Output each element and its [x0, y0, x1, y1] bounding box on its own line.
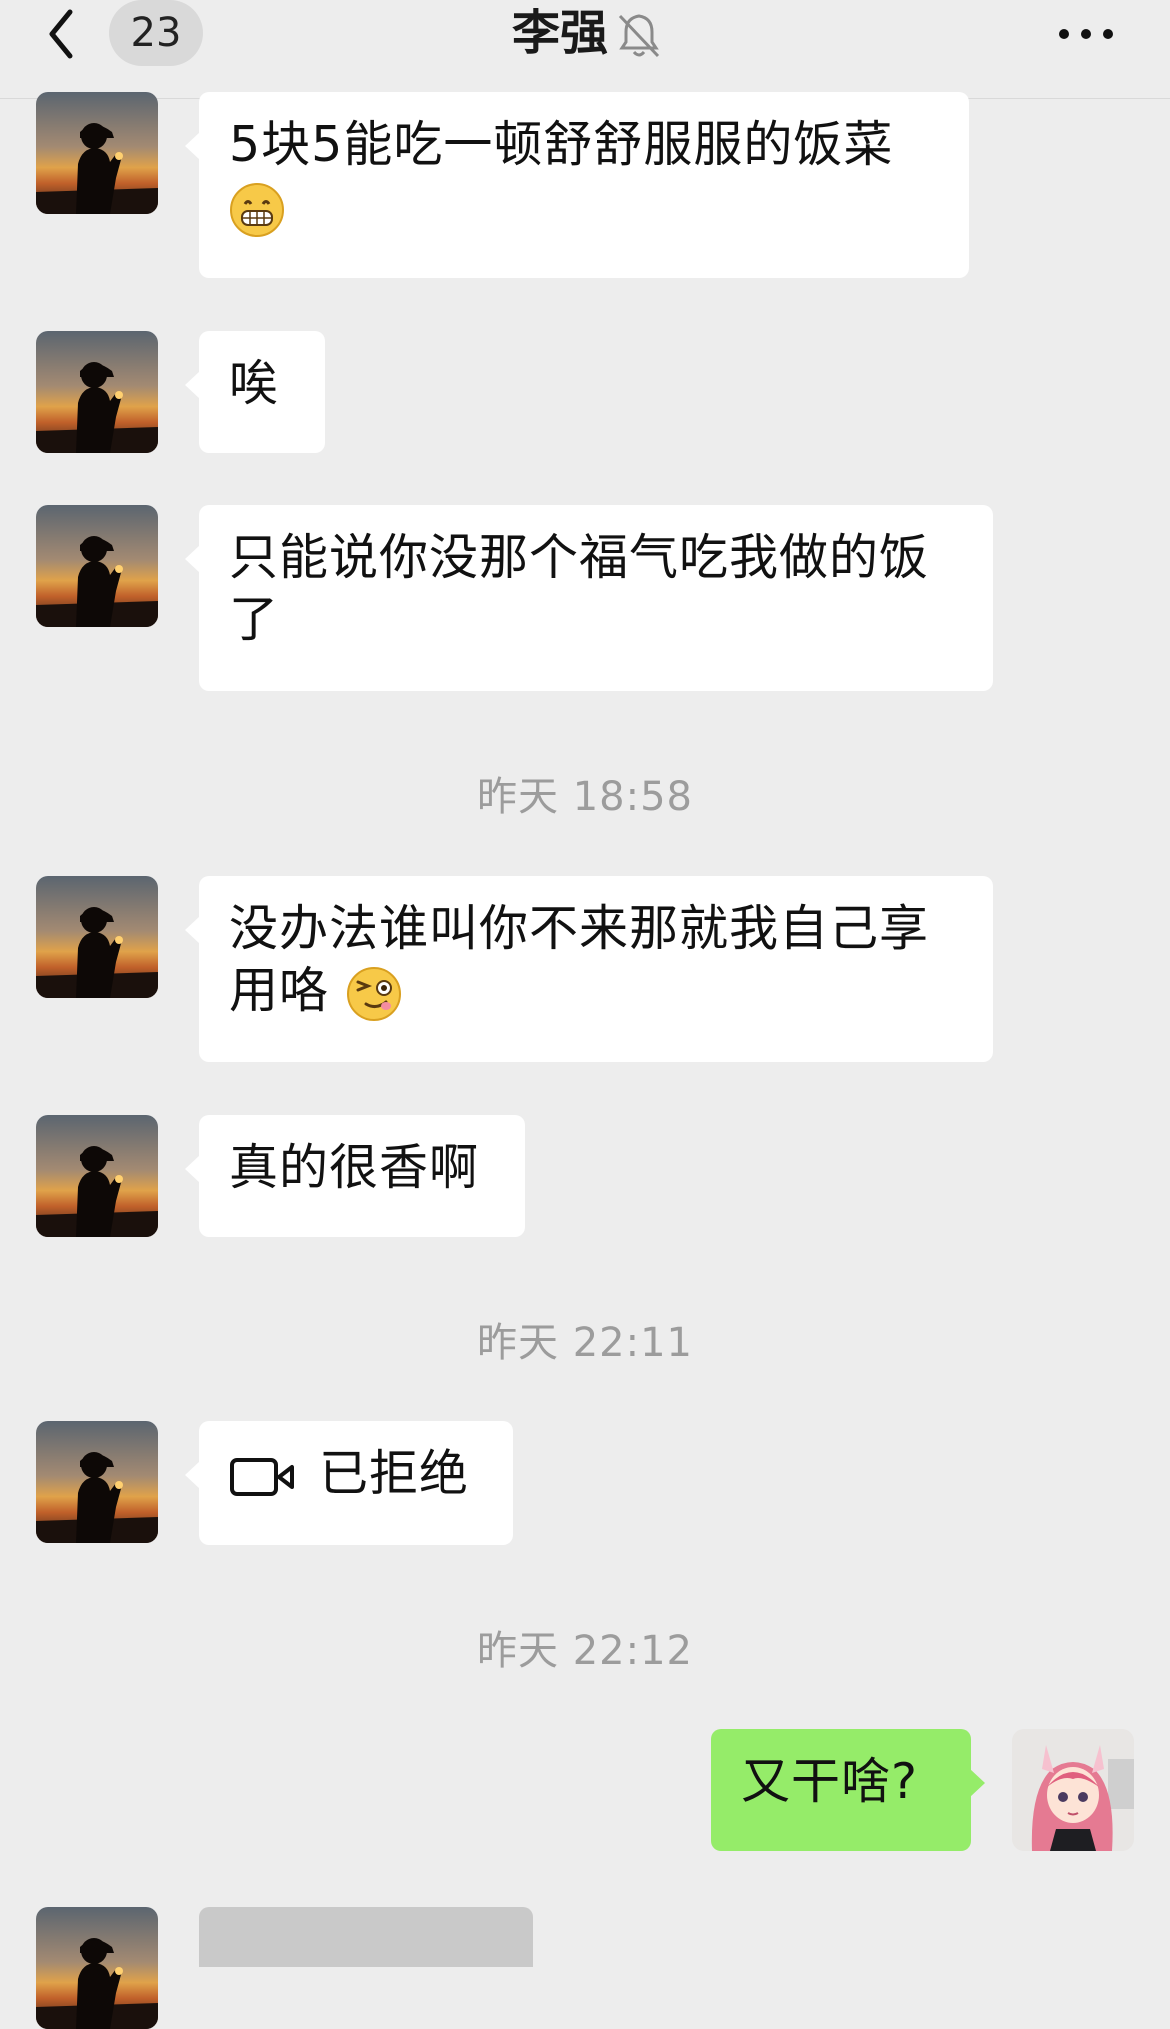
timestamp: 昨天 22:12	[477, 1628, 693, 1674]
outgoing-message-bubble[interactable]: 又干啥?	[711, 1729, 985, 1851]
message-text: 已拒绝	[319, 1445, 470, 1502]
message-text: 没办法谁叫你不来那就我自己享用咯	[229, 900, 930, 1019]
video-call-message[interactable]: 已拒绝	[185, 1421, 513, 1545]
contact-avatar[interactable]	[36, 331, 158, 453]
contact-avatar[interactable]	[36, 1907, 158, 2029]
message-bubble[interactable]: 真的很香啊	[185, 1115, 525, 1237]
contact-avatar[interactable]	[36, 876, 158, 998]
message-text: 真的很香啊	[229, 1139, 480, 1196]
message-bubble[interactable]: 只能说你没那个福气吃我做的饭了	[185, 505, 993, 691]
contact-avatar[interactable]	[36, 92, 158, 214]
winking-emoji	[346, 966, 401, 1021]
bell-off-icon	[618, 14, 660, 58]
image-message[interactable]	[199, 1907, 533, 1967]
message-text: 只能说你没那个福气吃我做的饭了	[229, 529, 930, 648]
timestamp: 昨天 18:58	[477, 774, 693, 820]
contact-avatar[interactable]	[36, 1115, 158, 1237]
timestamp: 昨天 22:11	[477, 1320, 693, 1366]
more-dots-icon[interactable]	[1054, 14, 1118, 54]
contact-avatar[interactable]	[36, 505, 158, 627]
contact-avatar[interactable]	[36, 1421, 158, 1543]
chevron-left-icon[interactable]	[38, 4, 88, 64]
message-bubble[interactable]: 没办法谁叫你不来那就我自己享用咯	[185, 876, 993, 1062]
message-text: 又干啥?	[741, 1753, 919, 1810]
unread-count-badge[interactable]: 23	[109, 0, 203, 66]
message-bubble[interactable]: 5块5能吃一顿舒舒服服的饭菜	[185, 92, 969, 278]
grinning-emoji	[230, 182, 284, 237]
my-avatar[interactable]	[1012, 1729, 1134, 1851]
message-text: 5块5能吃一顿舒舒服服的饭菜	[229, 116, 894, 173]
message-text: 唉	[229, 355, 280, 412]
message-bubble[interactable]: 唉	[185, 331, 325, 453]
video-camera-icon	[230, 1457, 294, 1496]
chat-header: 23 李强	[0, 0, 1170, 99]
